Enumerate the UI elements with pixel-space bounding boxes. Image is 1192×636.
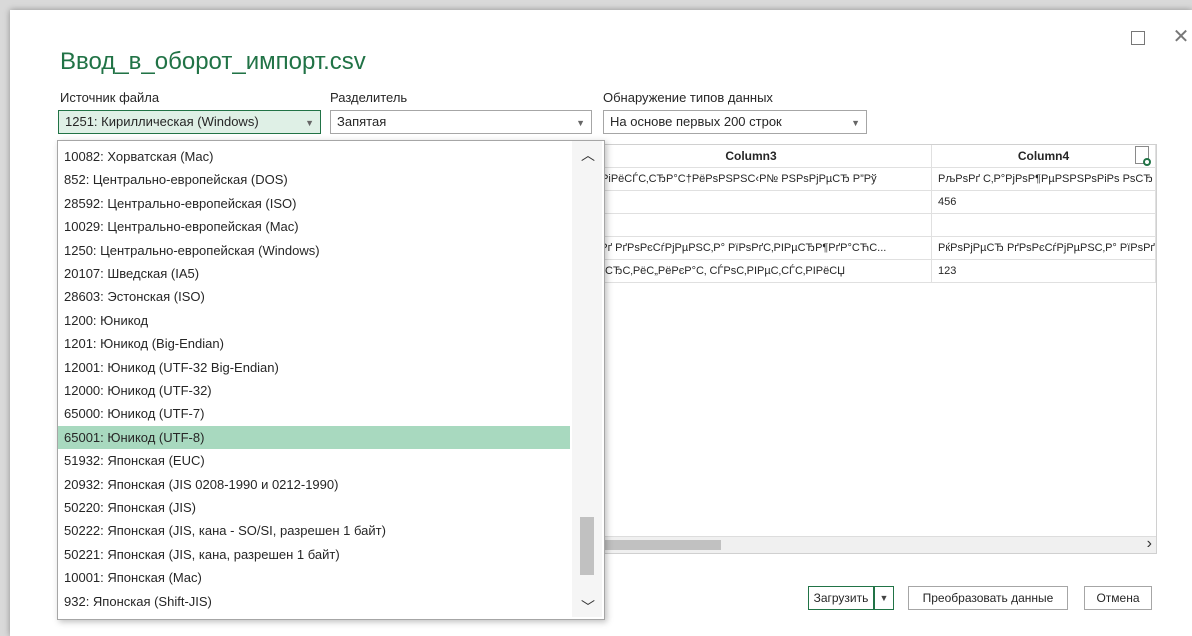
encoding-option[interactable]: 1250: Центрально-европейская (Windows) xyxy=(58,239,570,262)
table-cell: РќРѕРјРµСЂ РґРѕРєСѓРјРµРЅС‚Р° РїРѕРґ xyxy=(932,237,1156,259)
table-row: РЎРµСЂС‚РёС„РёРєР°С‚ СЃРѕС‚РІРµС‚СЃС‚РІР… xyxy=(571,260,1156,283)
encoding-option[interactable]: 50220: Японская (JIS) xyxy=(58,496,570,519)
encoding-option[interactable]: 20107: Шведская (IA5) xyxy=(58,262,570,285)
delimiter-select[interactable]: Запятая ▼ xyxy=(330,110,592,134)
import-dialog: ✕ Ввод_в_оборот_импорт.csv Источник файл… xyxy=(10,10,1192,636)
encoding-option[interactable]: 65001: Юникод (UTF-8) xyxy=(58,425,570,449)
source-select[interactable]: 1251: Кириллическая (Windows) ▼ xyxy=(58,110,321,134)
table-cell: 123 xyxy=(932,260,1156,282)
table-row: Р РµРіРёСЃС‚СЂР°С†РёРѕРЅРЅС‹Р№ РЅРѕРјРµС… xyxy=(571,168,1156,191)
table-cell: 123 xyxy=(571,191,932,213)
table-cell: Р’РёРґ РґРѕРєСѓРјРµРЅС‚Р° РїРѕРґС‚РІРµСЂ… xyxy=(571,237,932,259)
encoding-option[interactable]: 1200: Юникод xyxy=(58,309,570,332)
chevron-down-icon: ▼ xyxy=(305,118,314,128)
chevron-down-icon: ▼ xyxy=(576,118,585,128)
table-cell xyxy=(932,214,1156,236)
encoding-option[interactable]: 12000: Юникод (UTF-32) xyxy=(58,379,570,402)
table-cell xyxy=(571,214,932,236)
chevron-down-icon[interactable]: ﹀ xyxy=(581,597,595,617)
cancel-button[interactable]: Отмена xyxy=(1084,586,1152,610)
encoding-dropdown-list[interactable]: ︿ ﹀ 10082: Хорватская (Mac) 852: Централь… xyxy=(57,140,605,620)
table-row: 123 456 xyxy=(571,191,1156,214)
encoding-option[interactable]: 20932: Японская (JIS 0208-1990 и 0212-19… xyxy=(58,473,570,496)
chevron-down-icon: ▼ xyxy=(851,118,860,128)
table-row xyxy=(571,214,1156,237)
encoding-option[interactable]: 28592: Центрально-европейская (ISO) xyxy=(58,192,570,215)
delimiter-label: Разделитель xyxy=(330,90,408,105)
encoding-option[interactable]: 852: Центрально-европейская (DOS) xyxy=(58,168,570,191)
encoding-option[interactable]: 10029: Центрально-европейская (Mac) xyxy=(58,215,570,238)
column-header[interactable]: Column4 xyxy=(932,145,1156,167)
encoding-option[interactable]: 50222: Японская (JIS, кана - SO/SI, разр… xyxy=(58,519,570,542)
encoding-option[interactable]: 65000: Юникод (UTF-7) xyxy=(58,402,570,425)
encoding-option[interactable]: 50221: Японская (JIS, кана, разрешен 1 б… xyxy=(58,543,570,566)
scroll-thumb[interactable] xyxy=(580,517,594,575)
encoding-option[interactable]: 1201: Юникод (Big-Endian) xyxy=(58,332,570,355)
column-header[interactable]: Column3 xyxy=(571,145,932,167)
data-preview: Column3 Column4 Р РµРіРёСЃС‚СЂР°С†РёРѕРЅ… xyxy=(570,144,1157,554)
close-icon[interactable]: ✕ xyxy=(1172,27,1190,47)
horizontal-scrollbar[interactable]: › xyxy=(571,535,1156,553)
encoding-option[interactable]: 51932: Японская (EUC) xyxy=(58,449,570,472)
chevron-right-icon[interactable]: › xyxy=(1147,535,1152,553)
table-cell: РЎРµСЂС‚РёС„РёРєР°С‚ СЃРѕС‚РІРµС‚СЃС‚РІР… xyxy=(571,260,932,282)
source-label: Источник файла xyxy=(60,90,160,105)
encoding-option[interactable]: 10082: Хорватская (Mac) xyxy=(58,145,570,168)
chevron-up-icon[interactable]: ︿ xyxy=(581,145,595,165)
table-cell: 456 xyxy=(932,191,1156,213)
table-cell: РљРѕРґ С‚Р°РјРѕР¶РµРЅРЅРѕРіРѕ РѕСЂ xyxy=(932,168,1156,190)
detect-value: На основе первых 200 строк xyxy=(610,114,782,129)
source-value: 1251: Кириллическая (Windows) xyxy=(65,114,259,129)
encoding-option[interactable]: 12001: Юникод (UTF-32 Big-Endian) xyxy=(58,356,570,379)
detect-label: Обнаружение типов данных xyxy=(603,90,773,105)
load-options-caret[interactable]: ▼ xyxy=(874,586,894,610)
load-button[interactable]: Загрузить xyxy=(808,586,874,610)
encoding-option[interactable]: 28603: Эстонская (ISO) xyxy=(58,285,570,308)
transform-data-button[interactable]: Преобразовать данные xyxy=(908,586,1068,610)
table-row: Р’РёРґ РґРѕРєСѓРјРµРЅС‚Р° РїРѕРґС‚РІРµСЂ… xyxy=(571,237,1156,260)
table-cell: Р РµРіРёСЃС‚СЂР°С†РёРѕРЅРЅС‹Р№ РЅРѕРјРµС… xyxy=(571,168,932,190)
maximize-icon[interactable] xyxy=(1128,28,1146,46)
encoding-option[interactable]: 10001: Японская (Mac) xyxy=(58,566,570,589)
delimiter-value: Запятая xyxy=(337,114,387,129)
encoding-option[interactable]: 932: Японская (Shift-JIS) xyxy=(58,590,570,613)
detect-select[interactable]: На основе первых 200 строк ▼ xyxy=(603,110,867,134)
vertical-scrollbar[interactable]: ︿ ﹀ xyxy=(572,141,602,617)
dialog-title: Ввод_в_оборот_импорт.csv xyxy=(60,48,366,75)
preview-header-row: Column3 Column4 xyxy=(571,145,1156,168)
